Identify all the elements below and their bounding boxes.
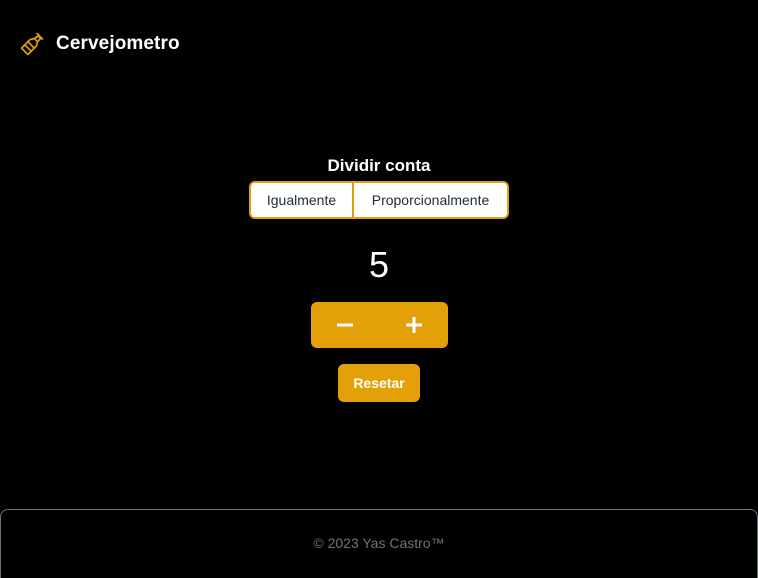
plus-icon (405, 317, 422, 333)
count-stepper (311, 302, 448, 348)
decrement-button[interactable] (311, 302, 380, 348)
app-title: Cervejometro (56, 33, 180, 54)
copyright-text: © 2023 Yas Castro™ (313, 535, 445, 551)
people-count: 5 (368, 244, 390, 285)
minus-icon (337, 317, 354, 333)
split-equally-option[interactable]: Igualmente (251, 183, 354, 217)
split-bill-title: Dividir conta (327, 156, 431, 175)
app-header: Cervejometro (18, 28, 180, 60)
increment-button[interactable] (380, 302, 449, 348)
page: Cervejometro Dividir conta Igualmente Pr… (0, 0, 758, 578)
split-proportionally-option[interactable]: Proporcionalmente (354, 183, 507, 217)
reset-button[interactable]: Resetar (338, 364, 420, 402)
footer: © 2023 Yas Castro™ (0, 509, 758, 578)
beer-bottle-icon (18, 30, 46, 58)
split-mode-toggle: Igualmente Proporcionalmente (249, 181, 509, 219)
